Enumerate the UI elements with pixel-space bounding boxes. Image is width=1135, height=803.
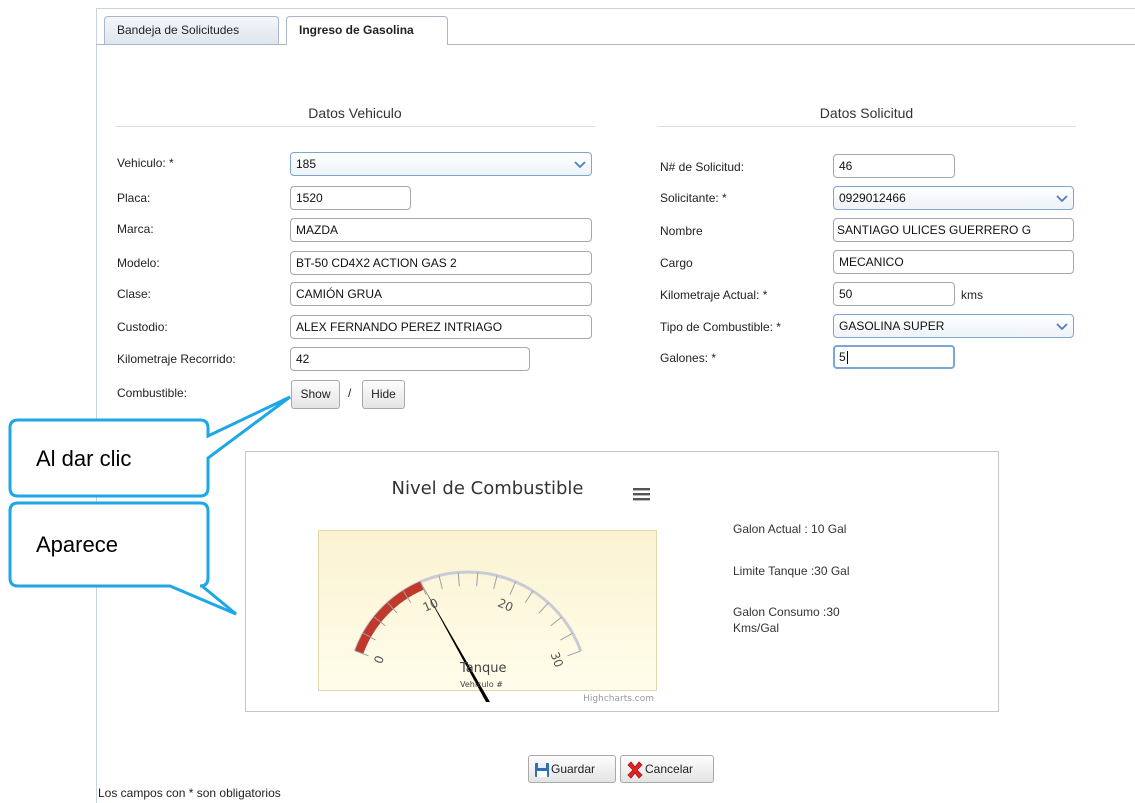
info-galon-actual: Galon Actual : 10 Gal — [733, 522, 847, 536]
show-hide-separator: / — [348, 386, 352, 400]
tipo-combustible-label: Tipo de Combustible: * — [660, 320, 781, 334]
hamburger-menu-icon[interactable] — [631, 486, 653, 502]
solicitante-select[interactable]: 0929012466 — [833, 186, 1074, 210]
modelo-input[interactable]: BT-50 CD4X2 ACTION GAS 2 — [290, 251, 592, 275]
cancel-button[interactable]: Cancelar — [620, 755, 714, 783]
required-fields-note: Los campos con * son obligatorios — [98, 786, 281, 800]
callout-text-aparece: Aparece — [36, 532, 118, 557]
kilometraje-unit: kms — [961, 288, 983, 302]
red-x-icon — [627, 761, 643, 779]
chevron-down-icon — [574, 161, 586, 169]
kilometraje-actual-label: Kilometraje Actual: * — [660, 288, 768, 302]
tipo-combustible-select-value: GASOLINA SUPER — [839, 319, 945, 333]
galones-input[interactable]: 5 — [833, 345, 955, 369]
section-title-solicitud: Datos Solicitud — [819, 105, 914, 121]
kilometraje-actual-input[interactable]: 50 — [833, 282, 955, 306]
numero-solicitud-input[interactable]: 46 — [833, 154, 955, 178]
callout-text-al-dar-clic: Al dar clic — [36, 446, 132, 471]
callout-aparece — [8, 501, 237, 616]
fuel-gauge: 010 2030 Tanque Vehiculo # Highcharts.com — [318, 530, 657, 704]
custodio-input[interactable]: ALEX FERNANDO PEREZ INTRIAGO — [290, 315, 592, 339]
cargo-label: Cargo — [660, 256, 693, 270]
nombre-label: Nombre — [660, 224, 703, 238]
chevron-down-icon — [1056, 323, 1068, 331]
vehiculo-select[interactable]: 185 — [290, 152, 592, 176]
galones-value: 5 — [839, 350, 846, 364]
clase-input[interactable]: CAMIÓN GRUA — [290, 282, 592, 306]
save-button-label: Guardar — [551, 762, 596, 776]
info-galon-consumo-unit: Kms/Gal — [733, 621, 780, 635]
solicitante-select-value: 0929012466 — [839, 191, 906, 205]
hide-button[interactable]: Hide — [362, 380, 405, 409]
tipo-combustible-select[interactable]: GASOLINA SUPER — [833, 314, 1074, 338]
cancel-button-label: Cancelar — [645, 762, 694, 776]
kilometraje-recorrido-input[interactable]: 42 — [290, 347, 530, 371]
info-limite-tanque: Limite Tanque :30 Gal — [733, 564, 850, 578]
marca-input[interactable]: MAZDA — [290, 218, 592, 242]
gauge-pane-title: Tanque — [459, 661, 506, 676]
numero-solicitud-label: N# de Solicitud: — [660, 160, 745, 174]
section-divider-solicitud — [657, 126, 1076, 127]
cargo-input[interactable]: MECANICO — [833, 250, 1074, 274]
save-button[interactable]: Guardar — [528, 755, 616, 783]
text-cursor — [846, 351, 848, 365]
gauge-pane-subtitle: Vehiculo # — [460, 680, 503, 689]
chart-credits[interactable]: Highcharts.com — [583, 694, 654, 704]
chart-title: Nivel de Combustible — [391, 478, 584, 499]
chevron-down-icon — [1056, 195, 1068, 203]
info-galon-consumo: Galon Consumo :30 — [733, 605, 840, 619]
solicitante-label: Solicitante: * — [660, 191, 727, 205]
floppy-disk-icon — [535, 763, 549, 777]
galones-label: Galones: * — [660, 351, 717, 365]
nombre-input[interactable]: SANTIAGO ULICES GUERRERO G — [833, 218, 1074, 242]
